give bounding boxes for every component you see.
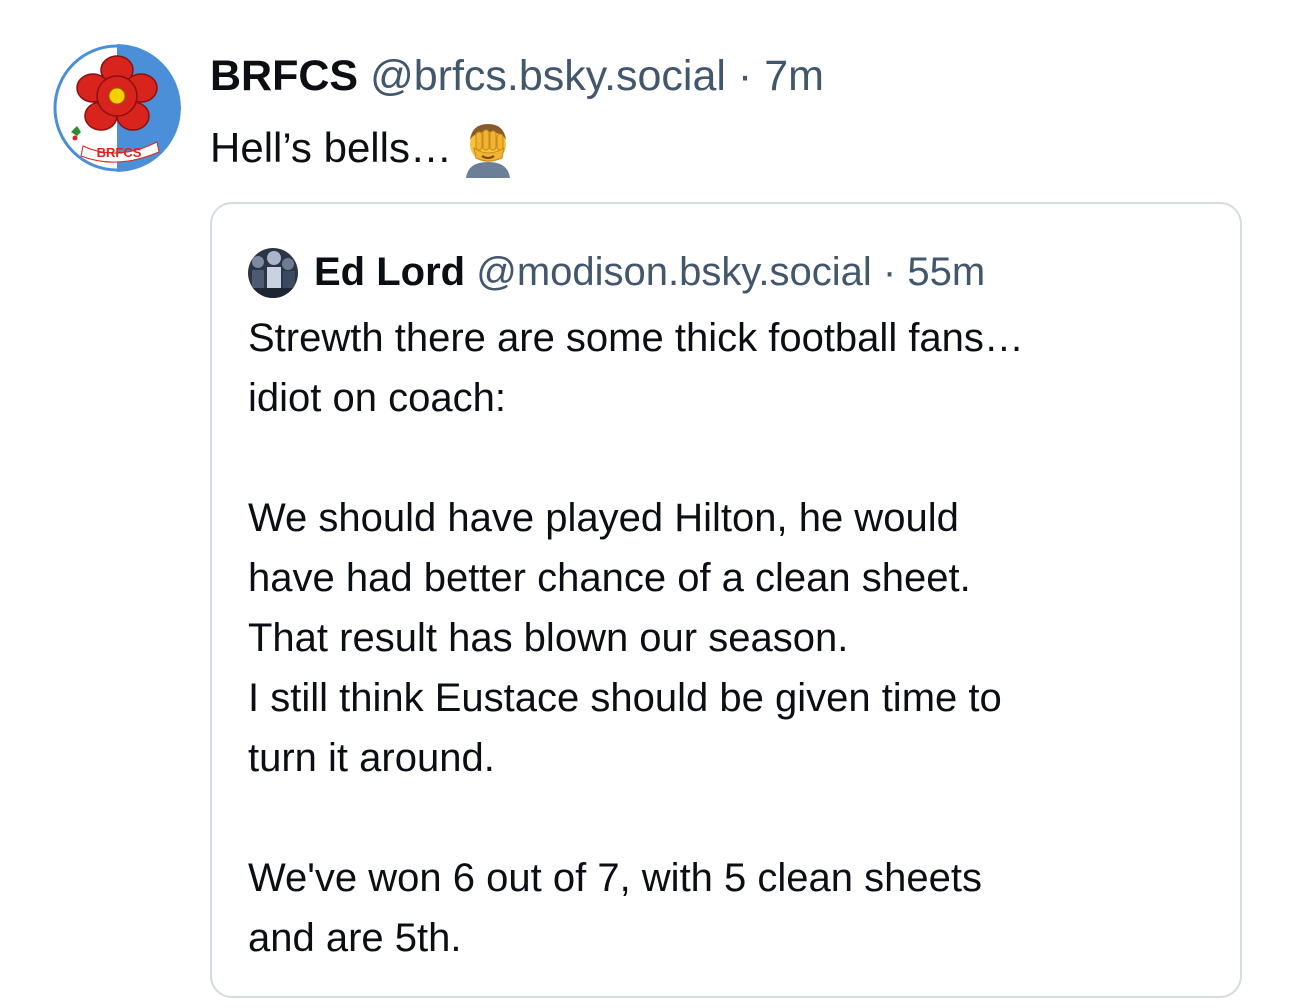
quote-author-display-name[interactable]: Ed Lord <box>314 250 465 294</box>
author-handle[interactable]: @brfcs.bsky.social <box>370 52 726 100</box>
author-avatar[interactable]: BRFCS <box>53 44 181 172</box>
post[interactable]: BRFCS BRFCS @brfcs.bsky.social · 7m Hell… <box>0 0 1290 1008</box>
author-display-name[interactable]: BRFCS <box>210 52 358 100</box>
quote-text-line: We should have played Hilton, he would <box>248 496 959 540</box>
facepalm-emoji-icon <box>458 118 518 178</box>
quote-text-line: Strewth there are some thick football fa… <box>248 316 1024 360</box>
quote-blank-line <box>248 428 1024 488</box>
quoted-post[interactable]: Ed Lord @modison.bsky.social · 55m Strew… <box>210 202 1242 998</box>
separator-dot: · <box>737 52 753 100</box>
quote-text: Strewth there are some thick football fa… <box>248 308 1024 968</box>
quote-text-line: and are 5th. <box>248 916 462 960</box>
quote-author-avatar[interactable] <box>248 248 298 298</box>
post-time[interactable]: 7m <box>764 52 824 100</box>
quote-text-line: idiot on coach: <box>248 376 506 420</box>
quote-text-line: That result has blown our season. <box>248 616 849 660</box>
post-text: Hell’s bells… <box>210 118 518 178</box>
quote-header: Ed Lord @modison.bsky.social · 55m <box>314 246 985 298</box>
crest-text: BRFCS <box>97 145 142 160</box>
quote-text-line: We've won 6 out of 7, with 5 clean sheet… <box>248 856 982 900</box>
post-text-content: Hell’s bells… <box>210 124 452 171</box>
quote-text-line: turn it around. <box>248 736 495 780</box>
quote-time[interactable]: 55m <box>907 250 985 294</box>
crowd-photo-avatar-icon <box>248 248 298 298</box>
quote-author-handle[interactable]: @modison.bsky.social <box>476 250 872 294</box>
rose-crest-icon: BRFCS <box>53 44 181 172</box>
quote-text-line: I still think Eustace should be given ti… <box>248 676 1002 720</box>
post-header: BRFCS @brfcs.bsky.social · 7m <box>210 50 824 102</box>
quote-separator-dot: · <box>882 250 897 294</box>
quote-text-line: have had better chance of a clean sheet. <box>248 556 971 600</box>
quote-blank-line <box>248 788 1024 848</box>
